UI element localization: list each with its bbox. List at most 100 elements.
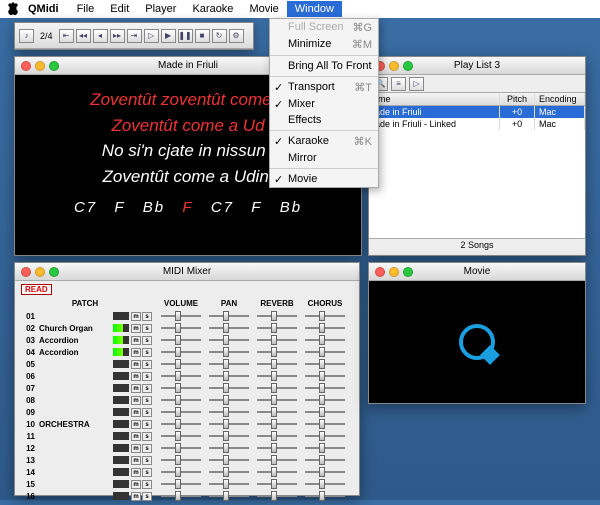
pan-slider[interactable] bbox=[205, 396, 253, 404]
reverb-slider[interactable] bbox=[253, 396, 301, 404]
reverb-slider[interactable] bbox=[253, 348, 301, 356]
menu-movie[interactable]: Movie bbox=[241, 1, 286, 17]
minimize-icon[interactable] bbox=[389, 61, 399, 71]
dd-effects[interactable]: Effects bbox=[270, 112, 378, 128]
forward-end-button[interactable]: ⇥ bbox=[127, 29, 142, 43]
chorus-slider[interactable] bbox=[301, 360, 349, 368]
patch-name[interactable]: Church Organ bbox=[39, 324, 113, 333]
mute-solo[interactable]: ms bbox=[131, 384, 157, 393]
reverb-slider[interactable] bbox=[253, 468, 301, 476]
chorus-slider[interactable] bbox=[301, 372, 349, 380]
settings-button[interactable]: ⚙ bbox=[229, 29, 244, 43]
patch-name[interactable]: Accordion bbox=[39, 336, 113, 345]
pan-slider[interactable] bbox=[205, 408, 253, 416]
record-button[interactable]: ▶ bbox=[161, 29, 176, 43]
mute-solo[interactable]: ms bbox=[131, 444, 157, 453]
col-pitch[interactable]: Pitch bbox=[500, 93, 535, 105]
reverb-slider[interactable] bbox=[253, 408, 301, 416]
mute-solo[interactable]: ms bbox=[131, 432, 157, 441]
reverb-slider[interactable] bbox=[253, 324, 301, 332]
reverb-slider[interactable] bbox=[253, 480, 301, 488]
menu-edit[interactable]: Edit bbox=[102, 1, 137, 17]
stop-button[interactable]: ■ bbox=[195, 29, 210, 43]
chorus-slider[interactable] bbox=[301, 456, 349, 464]
mute-solo[interactable]: ms bbox=[131, 420, 157, 429]
close-icon[interactable] bbox=[375, 267, 385, 277]
dd-karaoke[interactable]: Karaoke⌘K bbox=[270, 133, 378, 150]
volume-slider[interactable] bbox=[157, 432, 205, 440]
read-button[interactable]: READ bbox=[21, 284, 52, 295]
pan-slider[interactable] bbox=[205, 384, 253, 392]
dd-mirror[interactable]: Mirror bbox=[270, 150, 378, 166]
pan-slider[interactable] bbox=[205, 312, 253, 320]
play-button[interactable]: ▷ bbox=[144, 29, 159, 43]
close-icon[interactable] bbox=[21, 267, 31, 277]
volume-slider[interactable] bbox=[157, 420, 205, 428]
volume-slider[interactable] bbox=[157, 360, 205, 368]
chorus-slider[interactable] bbox=[301, 444, 349, 452]
chorus-slider[interactable] bbox=[301, 324, 349, 332]
dd-transport[interactable]: Transport⌘T bbox=[270, 79, 378, 96]
reverb-slider[interactable] bbox=[253, 420, 301, 428]
reverb-slider[interactable] bbox=[253, 360, 301, 368]
reverb-slider[interactable] bbox=[253, 372, 301, 380]
minimize-icon[interactable] bbox=[389, 267, 399, 277]
mute-solo[interactable]: ms bbox=[131, 372, 157, 381]
minimize-icon[interactable] bbox=[35, 267, 45, 277]
dd-movie[interactable]: Movie bbox=[270, 171, 378, 187]
mute-solo[interactable]: ms bbox=[131, 348, 157, 357]
dd-bring-front[interactable]: Bring All To Front bbox=[270, 58, 378, 74]
volume-slider[interactable] bbox=[157, 480, 205, 488]
reverb-slider[interactable] bbox=[253, 492, 301, 500]
patch-name[interactable]: Accordion bbox=[39, 348, 113, 357]
dd-mixer[interactable]: Mixer bbox=[270, 96, 378, 112]
pan-slider[interactable] bbox=[205, 348, 253, 356]
mute-solo[interactable]: ms bbox=[131, 336, 157, 345]
volume-slider[interactable] bbox=[157, 372, 205, 380]
pan-slider[interactable] bbox=[205, 324, 253, 332]
reverb-slider[interactable] bbox=[253, 456, 301, 464]
pan-slider[interactable] bbox=[205, 480, 253, 488]
mute-solo[interactable]: ms bbox=[131, 360, 157, 369]
dd-minimize[interactable]: Minimize⌘M bbox=[270, 36, 378, 53]
table-row[interactable]: lade in Friuli - Linked+0Mac bbox=[369, 118, 585, 130]
table-row[interactable]: lade in Friuli+0Mac bbox=[369, 106, 585, 118]
pan-slider[interactable] bbox=[205, 444, 253, 452]
col-name[interactable]: ame bbox=[369, 93, 500, 105]
menu-file[interactable]: File bbox=[69, 1, 103, 17]
volume-slider[interactable] bbox=[157, 348, 205, 356]
chorus-slider[interactable] bbox=[301, 432, 349, 440]
chorus-slider[interactable] bbox=[301, 408, 349, 416]
volume-slider[interactable] bbox=[157, 312, 205, 320]
reverb-slider[interactable] bbox=[253, 432, 301, 440]
mute-solo[interactable]: ms bbox=[131, 396, 157, 405]
mute-solo[interactable]: ms bbox=[131, 492, 157, 501]
pause-button[interactable]: ❚❚ bbox=[178, 29, 193, 43]
pan-slider[interactable] bbox=[205, 336, 253, 344]
prev-button[interactable]: ◂ bbox=[93, 29, 108, 43]
pl-list-icon[interactable]: ≡ bbox=[391, 77, 406, 91]
chorus-slider[interactable] bbox=[301, 420, 349, 428]
volume-slider[interactable] bbox=[157, 444, 205, 452]
rewind-button[interactable]: ◂◂ bbox=[76, 29, 91, 43]
pan-slider[interactable] bbox=[205, 372, 253, 380]
mixer-titlebar[interactable]: MIDI Mixer bbox=[15, 263, 359, 281]
chorus-slider[interactable] bbox=[301, 396, 349, 404]
volume-slider[interactable] bbox=[157, 324, 205, 332]
note-icon[interactable]: ♪ bbox=[19, 29, 34, 43]
volume-slider[interactable] bbox=[157, 408, 205, 416]
menu-window[interactable]: Window bbox=[287, 1, 342, 17]
chorus-slider[interactable] bbox=[301, 384, 349, 392]
chorus-slider[interactable] bbox=[301, 480, 349, 488]
reverb-slider[interactable] bbox=[253, 444, 301, 452]
mute-solo[interactable]: ms bbox=[131, 480, 157, 489]
rewind-start-button[interactable]: ⇤ bbox=[59, 29, 74, 43]
movie-titlebar[interactable]: Movie bbox=[369, 263, 585, 281]
chorus-slider[interactable] bbox=[301, 492, 349, 500]
volume-slider[interactable] bbox=[157, 384, 205, 392]
mute-solo[interactable]: ms bbox=[131, 456, 157, 465]
chorus-slider[interactable] bbox=[301, 312, 349, 320]
volume-slider[interactable] bbox=[157, 336, 205, 344]
menu-player[interactable]: Player bbox=[137, 1, 184, 17]
pan-slider[interactable] bbox=[205, 420, 253, 428]
